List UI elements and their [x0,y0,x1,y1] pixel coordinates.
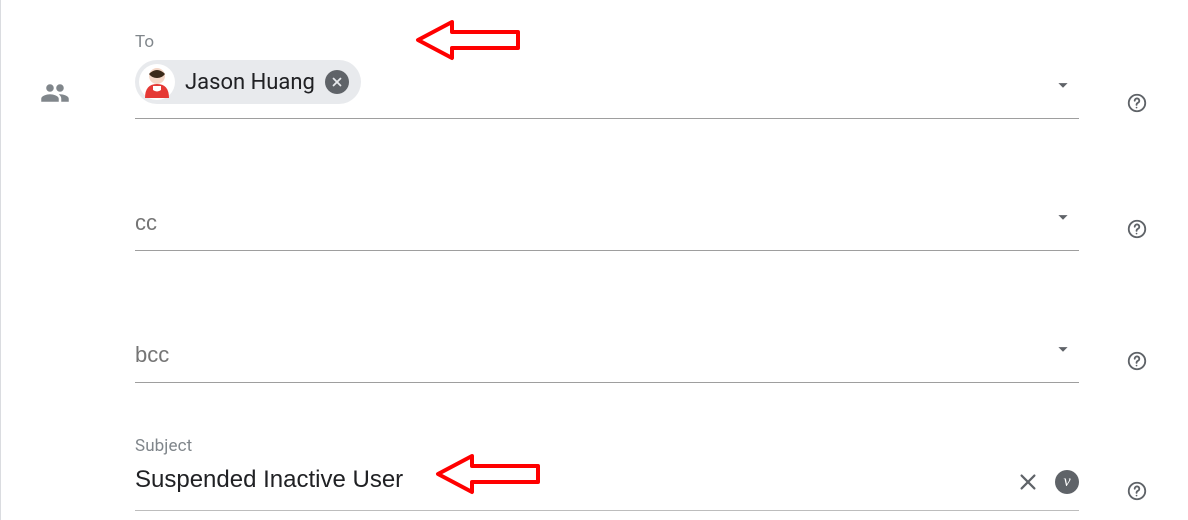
divider [135,510,1079,511]
left-border [0,0,1,520]
cc-field [135,190,1079,244]
divider [135,382,1079,383]
to-input[interactable] [369,61,1079,103]
variable-glyph: v [1063,473,1070,491]
divider [135,118,1079,119]
cc-input[interactable] [135,190,1079,244]
subject-label: Subject [135,436,1079,456]
people-icon[interactable] [40,78,70,108]
to-label: To [135,32,1079,52]
recipient-chip[interactable]: Jason Huang [135,60,361,104]
help-icon[interactable] [1126,480,1148,502]
help-icon[interactable] [1126,92,1148,114]
subject-input[interactable] [135,462,1001,502]
bcc-field [135,322,1079,376]
remove-recipient-icon[interactable] [325,70,349,94]
to-dropdown-chevron-icon[interactable] [1052,74,1074,96]
avatar-icon [139,64,175,100]
recipient-chip-label: Jason Huang [185,70,315,95]
bcc-input[interactable] [135,322,1079,376]
clear-subject-icon[interactable] [1017,471,1039,493]
help-icon[interactable] [1126,218,1148,240]
bcc-dropdown-chevron-icon[interactable] [1052,338,1074,360]
insert-variable-icon[interactable]: v [1055,470,1079,494]
help-icon[interactable] [1126,350,1148,372]
to-field: To Jason Huang [135,32,1079,106]
cc-dropdown-chevron-icon[interactable] [1052,206,1074,228]
divider [135,250,1079,251]
subject-field: Subject v [135,436,1079,502]
